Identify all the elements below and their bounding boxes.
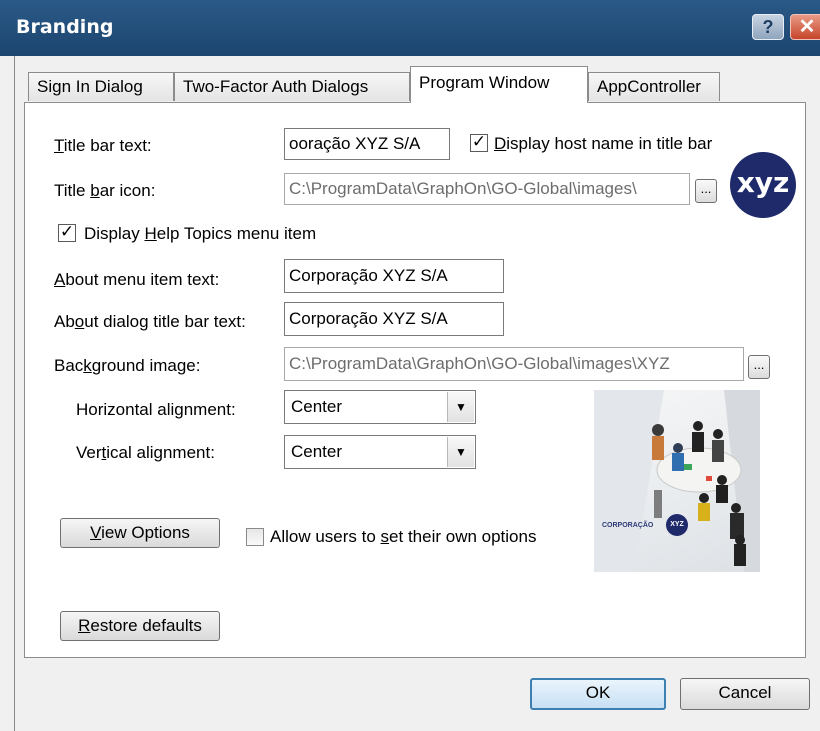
horizontal-alignment-value: Center (291, 397, 343, 416)
preview-badge: XYZ (666, 514, 688, 536)
allow-users-label[interactable]: Allow users to set their own options (270, 527, 536, 547)
about-menu-item-text-label: About menu item text: (54, 270, 220, 289)
background-image-path[interactable]: C:\ProgramData\GraphOn\GO-Global\images\… (284, 347, 744, 381)
vertical-alignment-value: Center (291, 442, 343, 461)
tab-two-factor-auth-dialogs[interactable]: Two-Factor Auth Dialogs (174, 72, 410, 101)
allow-users-checkbox[interactable] (246, 528, 264, 546)
title-bar-text-input[interactable]: ooração XYZ S/A (284, 128, 450, 160)
help-button[interactable]: ? (752, 14, 784, 40)
display-help-topics-checkbox[interactable]: ✓ (58, 224, 76, 242)
dropdown-arrow-icon[interactable]: ▼ (447, 437, 474, 467)
office-meeting-image (594, 390, 760, 572)
dropdown-arrow-icon[interactable]: ▼ (447, 392, 474, 422)
display-help-topics-label[interactable]: Display Help Topics menu item (84, 224, 316, 244)
xyz-logo-icon: xyz (730, 152, 796, 218)
vertical-alignment-label: Vertical alignment: (76, 443, 215, 462)
close-button[interactable]: ✕ (790, 14, 820, 40)
tab-appcontroller[interactable]: AppController (588, 72, 720, 101)
display-host-name-checkbox[interactable]: ✓ (470, 134, 488, 152)
display-host-name-label[interactable]: Display host name in title bar (494, 134, 712, 154)
about-menu-item-text-input[interactable]: Corporação XYZ S/A (284, 259, 504, 293)
background-image-preview: CORPORAÇÃO XYZ (594, 390, 760, 572)
title-bar-icon-label: Title bar icon: (54, 181, 156, 200)
preview-brand-text: CORPORAÇÃO (602, 522, 654, 529)
tab-program-window[interactable]: Program Window (410, 66, 588, 103)
view-options-button[interactable]: View Options (60, 518, 220, 548)
background-image-browse-button[interactable]: ... (748, 355, 770, 379)
branding-dialog: Branding ? ✕ Sign In Dialog Two-Factor A… (0, 0, 820, 731)
tab-sign-in-dialog[interactable]: Sign In Dialog (28, 72, 174, 101)
about-dialog-title-bar-text-input[interactable]: Corporação XYZ S/A (284, 302, 504, 336)
title-bar-text-label: Title bar text: (54, 136, 152, 155)
restore-defaults-button[interactable]: Restore defaults (60, 611, 220, 641)
title-bar-icon-browse-button[interactable]: ... (695, 179, 717, 203)
horizontal-alignment-select[interactable]: Center ▼ (284, 390, 476, 424)
cancel-button[interactable]: Cancel (680, 678, 810, 710)
about-dialog-title-bar-text-label: About dialog title bar text: (54, 312, 246, 331)
horizontal-alignment-label: Horizontal alignment: (76, 400, 236, 419)
background-image-label: Background image: (54, 356, 201, 375)
title-bar-icon-path[interactable]: C:\ProgramData\GraphOn\GO-Global\images\ (284, 173, 690, 205)
window-title: Branding (16, 16, 114, 38)
title-bar[interactable]: Branding ? ✕ (0, 0, 820, 56)
vertical-alignment-select[interactable]: Center ▼ (284, 435, 476, 469)
ok-button[interactable]: OK (530, 678, 666, 710)
